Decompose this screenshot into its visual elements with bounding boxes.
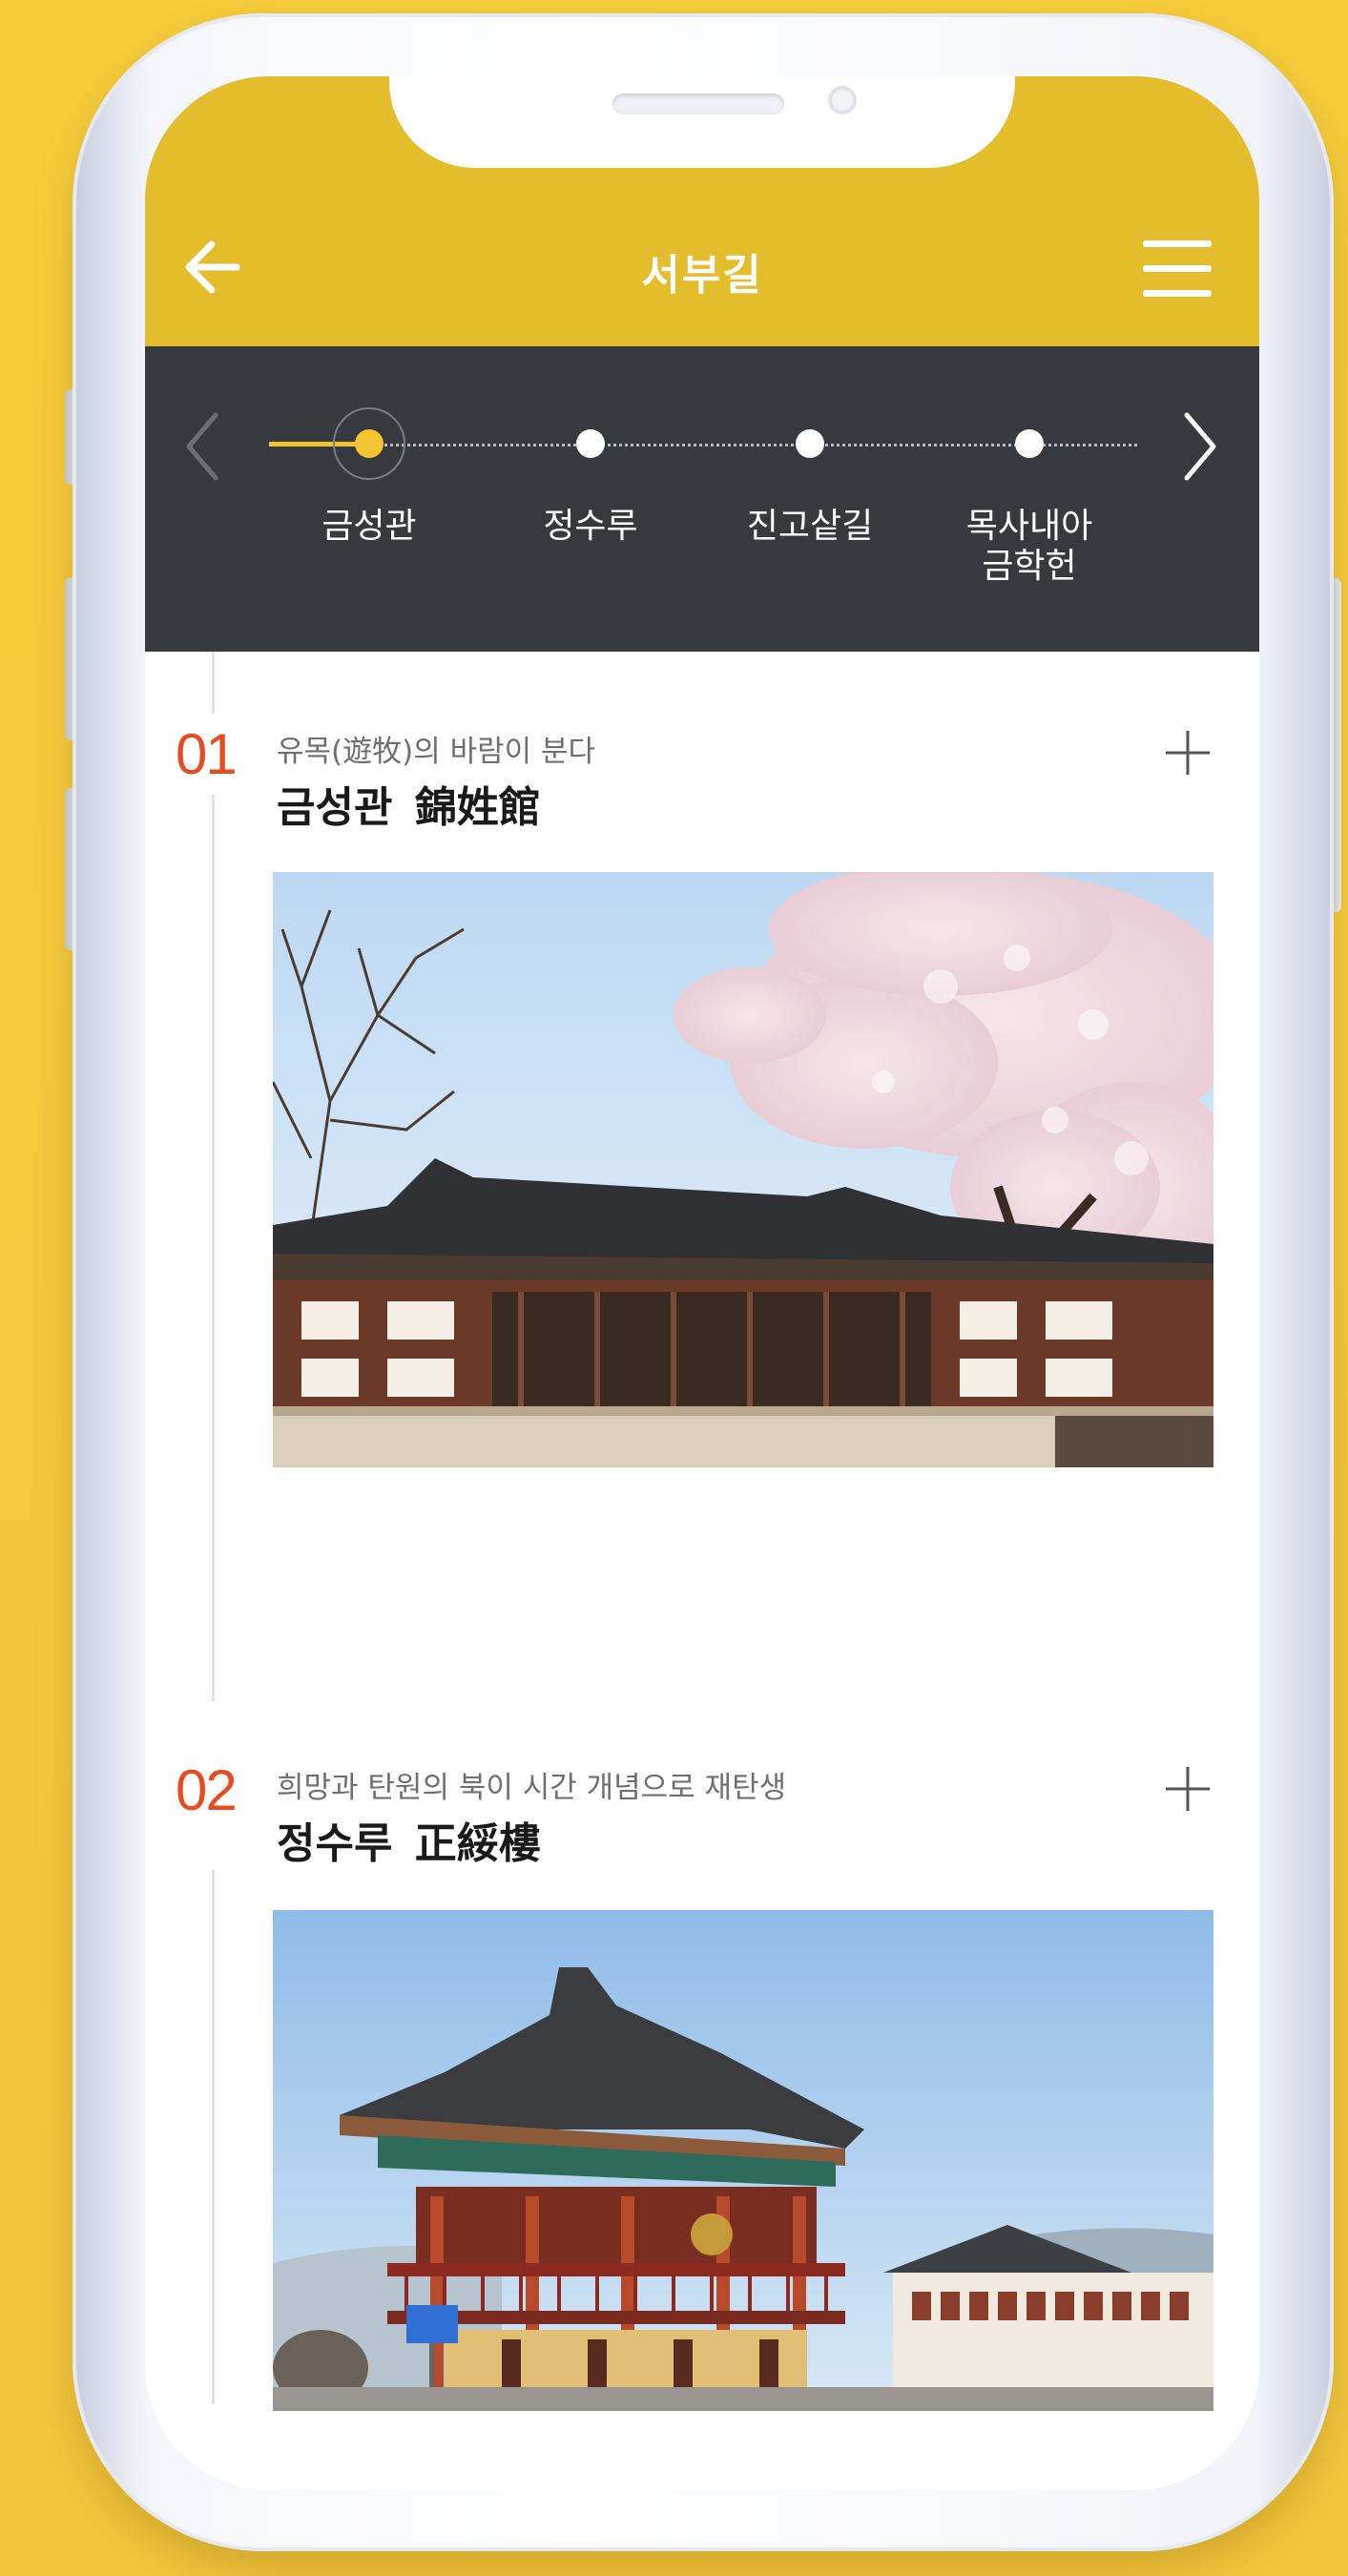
menu-icon-bar-middle <box>1143 265 1212 272</box>
step-dot-moksanaea[interactable] <box>1015 429 1044 458</box>
menu-button[interactable] <box>1143 240 1215 301</box>
step-label-moksanaea[interactable]: 목사내아 금학헌 <box>934 507 1125 587</box>
chevron-right-icon <box>1184 412 1216 481</box>
entry-subtitle: 희망과 탄원의 북이 시간 개념으로 재탄생 <box>277 1771 787 1805</box>
entry-number: 02 <box>176 1750 238 1831</box>
plus-icon <box>1166 1767 1210 1811</box>
step-label-line-1: 목사내아 <box>965 507 1093 546</box>
plus-icon <box>1166 731 1210 775</box>
chevron-left-icon <box>186 412 218 481</box>
timeline-line <box>212 652 215 1701</box>
hanok-cherry-blossom-image <box>273 872 1213 1467</box>
stepper-next-button[interactable] <box>1172 404 1229 489</box>
entry-subtitle: 유목(遊牧)의 바람이 분다 <box>277 735 596 769</box>
geumseonggwan-photo[interactable] <box>273 872 1213 1467</box>
step-dot-geumseonggwan[interactable] <box>355 429 384 458</box>
phone-speaker <box>612 93 784 114</box>
step-label-jeongsuru[interactable]: 정수루 <box>495 507 686 547</box>
entry-title: 정수루 正綏樓 <box>277 1819 541 1868</box>
menu-icon-bar-bottom <box>1143 290 1212 297</box>
menu-icon-bar-top <box>1143 240 1212 247</box>
expand-button[interactable] <box>1162 1763 1213 1815</box>
jeongsuru-photo[interactable] <box>273 1910 1213 2411</box>
step-dot-jingosatgil[interactable] <box>796 429 824 458</box>
phone-notch <box>389 76 1015 168</box>
pavilion-image <box>273 1910 1213 2411</box>
step-label-geumseonggwan[interactable]: 금성관 <box>274 507 465 547</box>
entry-title: 금성관 錦姓館 <box>277 783 541 832</box>
timeline-line-lower <box>212 1870 215 2404</box>
step-dot-jeongsuru[interactable] <box>576 429 605 458</box>
entry-number: 01 <box>176 714 238 795</box>
expand-button[interactable] <box>1162 727 1213 779</box>
phone-screen: 서부길 금성관 정수루 진고샅길 목사내아 금학헌 01 유목(遊牧)의 바람이… <box>145 76 1259 2490</box>
course-stepper: 금성관 정수루 진고샅길 목사내아 금학헌 <box>145 346 1259 652</box>
phone-camera <box>828 86 857 114</box>
phone-frame: 서부길 금성관 정수루 진고샅길 목사내아 금학헌 01 유목(遊牧)의 바람이… <box>73 13 1334 2551</box>
stepper-prev-button[interactable] <box>174 404 231 489</box>
step-label-line-2: 금학헌 <box>982 547 1077 586</box>
page-title: 서부길 <box>641 251 763 300</box>
step-label-jingosatgil[interactable]: 진고샅길 <box>715 507 905 547</box>
